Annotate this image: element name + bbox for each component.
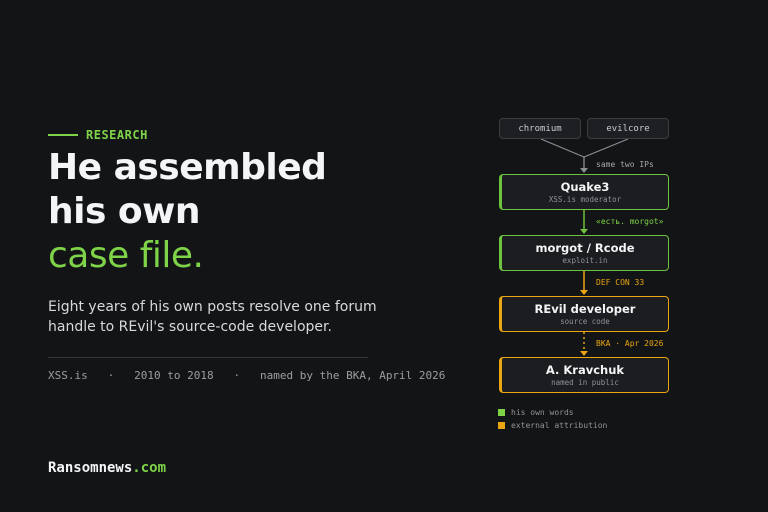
node-kravchuk: A. Kravchuk named in public xyxy=(499,357,669,393)
node-revil-developer: REvil developer source code xyxy=(499,296,669,332)
node-subtitle: named in public xyxy=(551,377,619,387)
legend-label: his own words xyxy=(511,408,574,417)
source-chip-evilcore: evilcore xyxy=(587,118,669,139)
legend-item-own-words: his own words xyxy=(498,408,574,417)
node-title: REvil developer xyxy=(534,301,636,316)
arrowhead-icon xyxy=(580,351,588,356)
arrowhead-icon xyxy=(580,290,588,295)
node-quake3: Quake3 XSS.is moderator xyxy=(499,174,669,210)
node-subtitle: exploit.in xyxy=(562,255,608,265)
legend-swatch-green xyxy=(498,409,505,416)
legend-item-external: external attribution xyxy=(498,421,607,430)
legend-label: external attribution xyxy=(511,421,608,430)
node-title: morgot / Rcode xyxy=(535,240,635,255)
edge-label-est-morgot: «есть. morgot» xyxy=(596,217,664,226)
edge-label-bka: BKA · Apr 2026 xyxy=(596,339,664,348)
node-title: A. Kravchuk xyxy=(545,362,625,377)
node-morgot-rcode: morgot / Rcode exploit.in xyxy=(499,235,669,271)
legend-swatch-amber xyxy=(498,422,505,429)
node-subtitle: XSS.is moderator xyxy=(548,194,622,204)
merge-line-right xyxy=(583,138,629,158)
source-chip-chromium: chromium xyxy=(499,118,581,139)
edge-label-defcon: DEF CON 33 xyxy=(596,278,645,287)
edge-label-same-ips: same two IPs xyxy=(596,160,654,169)
arrowhead-icon xyxy=(580,168,588,173)
node-title: Quake3 xyxy=(560,179,610,194)
node-subtitle: source code xyxy=(560,316,610,326)
merge-line-left xyxy=(540,138,585,158)
arrowhead-icon xyxy=(580,229,588,234)
